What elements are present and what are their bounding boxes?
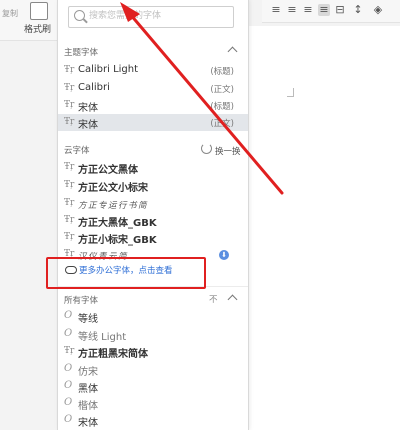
opentype-icon: O [64, 310, 73, 321]
opentype-icon: O [64, 397, 73, 408]
align-left-icon[interactable]: ≡ [270, 4, 282, 16]
cloud-font-item[interactable]: Ŧŗ 方正小标宋_GBK [58, 229, 248, 246]
font-name: 等线 Light [78, 332, 127, 343]
font-name: Calibri [78, 82, 110, 93]
font-name: 方正粗黑宋简体 [78, 349, 148, 360]
font-name: 宋体 [78, 418, 98, 429]
font-item-songti-title[interactable]: Ŧŗ 宋体 (标题) [58, 97, 248, 114]
line-spacing-icon[interactable]: ↕ [352, 4, 364, 16]
page-margin-mark [287, 88, 294, 97]
font-search-input[interactable] [89, 9, 227, 23]
align-center-icon[interactable]: ≡ [286, 4, 298, 16]
refresh-button[interactable]: 换一换 [215, 145, 241, 157]
copy-button[interactable]: 复制 [2, 8, 18, 19]
opentype-icon: O [64, 328, 73, 339]
justify-icon[interactable]: ≡ [318, 4, 330, 16]
font-search-box[interactable] [68, 6, 234, 28]
document-page[interactable] [248, 26, 400, 430]
font-tag: (标题) [210, 67, 234, 77]
section-title: 所有字体 [64, 296, 99, 306]
section-title: 主题字体 [64, 48, 99, 58]
font-dropdown-panel: 主题字体 Ŧŗ Calibri Light (标题) Ŧŗ Calibri (正… [57, 0, 249, 430]
cloud-font-item[interactable]: Ŧŗ 方正公文黑体 [58, 159, 248, 176]
font-name: 宋体 [78, 103, 98, 114]
toolbar-right: ≡ ≡ ≡ ≡ ⊟ ↕ ◈ [262, 0, 400, 23]
font-tag: (正文) [210, 85, 234, 95]
font-name: 方正公文黑体 [78, 165, 138, 176]
font-name: 方正大黑体_GBK [78, 218, 157, 229]
truetype-icon: Ŧŗ [64, 215, 75, 225]
truetype-icon: Ŧŗ [64, 100, 75, 110]
font-name: 等线 [78, 314, 98, 325]
font-item[interactable]: O 等线 [58, 308, 248, 325]
truetype-icon: Ŧŗ [64, 83, 75, 93]
font-name: 方正小标宋_GBK [78, 235, 157, 246]
distribute-icon[interactable]: ⊟ [334, 4, 346, 16]
shading-icon[interactable]: ◈ [372, 4, 384, 16]
font-name: 黑体 [78, 384, 98, 395]
font-item-songti-body[interactable]: Ŧŗ 宋体 (正文) [58, 114, 248, 131]
font-item[interactable]: O 仿宋 [58, 361, 248, 378]
all-fonts-header[interactable]: 所有字体 [58, 292, 248, 308]
annotation-highlight-box [46, 257, 206, 289]
truetype-icon: Ŧŗ [64, 232, 75, 242]
font-item[interactable]: O 黑体 [58, 378, 248, 395]
opentype-icon: O [64, 380, 73, 391]
cloud-font-item[interactable]: Ŧŗ 方正专运行书简 [58, 195, 248, 212]
font-name: 楷体 [78, 401, 98, 412]
all-fonts-aux-label: 不 [209, 295, 218, 305]
opentype-icon: O [64, 363, 73, 374]
theme-fonts-header[interactable]: 主题字体 [58, 44, 248, 60]
font-item-calibri[interactable]: Ŧŗ Calibri (正文) [58, 80, 248, 97]
font-name: 仿宋 [78, 367, 98, 378]
format-painter-icon[interactable] [30, 2, 48, 20]
font-name: Calibri Light [78, 64, 139, 75]
cloud-font-item[interactable]: Ŧŗ 方正公文小标宋 [58, 177, 248, 194]
font-item[interactable]: O 等线 Light [58, 326, 248, 343]
align-right-icon[interactable]: ≡ [302, 4, 314, 16]
font-name: 宋体 [78, 120, 98, 131]
toolbar-left: 复制 格式刷 [0, 0, 58, 41]
truetype-icon: Ŧŗ [64, 198, 75, 208]
font-item[interactable]: O 楷体 [58, 395, 248, 412]
chevron-up-icon[interactable] [227, 294, 238, 305]
font-item-calibri-light[interactable]: Ŧŗ Calibri Light (标题) [58, 62, 248, 79]
truetype-icon: Ŧŗ [64, 117, 75, 127]
font-tag: (标题) [210, 102, 234, 112]
font-name: 方正专运行书简 [78, 201, 149, 211]
opentype-icon: O [64, 414, 73, 425]
chevron-up-icon[interactable] [227, 46, 238, 57]
font-item[interactable]: Ŧŗ 方正粗黑宋简体 [58, 343, 248, 360]
download-badge-icon[interactable]: ⬇ [219, 250, 229, 260]
font-name: 方正公文小标宋 [78, 183, 148, 194]
truetype-icon: Ŧŗ [64, 65, 75, 75]
truetype-icon: Ŧŗ [64, 162, 75, 172]
font-tag: (正文) [210, 119, 234, 129]
cloud-font-item[interactable]: Ŧŗ 方正大黑体_GBK [58, 212, 248, 229]
section-title: 云字体 [64, 146, 90, 156]
format-painter-label[interactable]: 格式刷 [24, 22, 51, 35]
search-icon [74, 10, 85, 21]
truetype-icon: Ŧŗ [64, 346, 75, 356]
truetype-icon: Ŧŗ [64, 180, 75, 190]
font-item[interactable]: O 宋体 [58, 412, 248, 429]
refresh-icon[interactable] [201, 143, 212, 154]
